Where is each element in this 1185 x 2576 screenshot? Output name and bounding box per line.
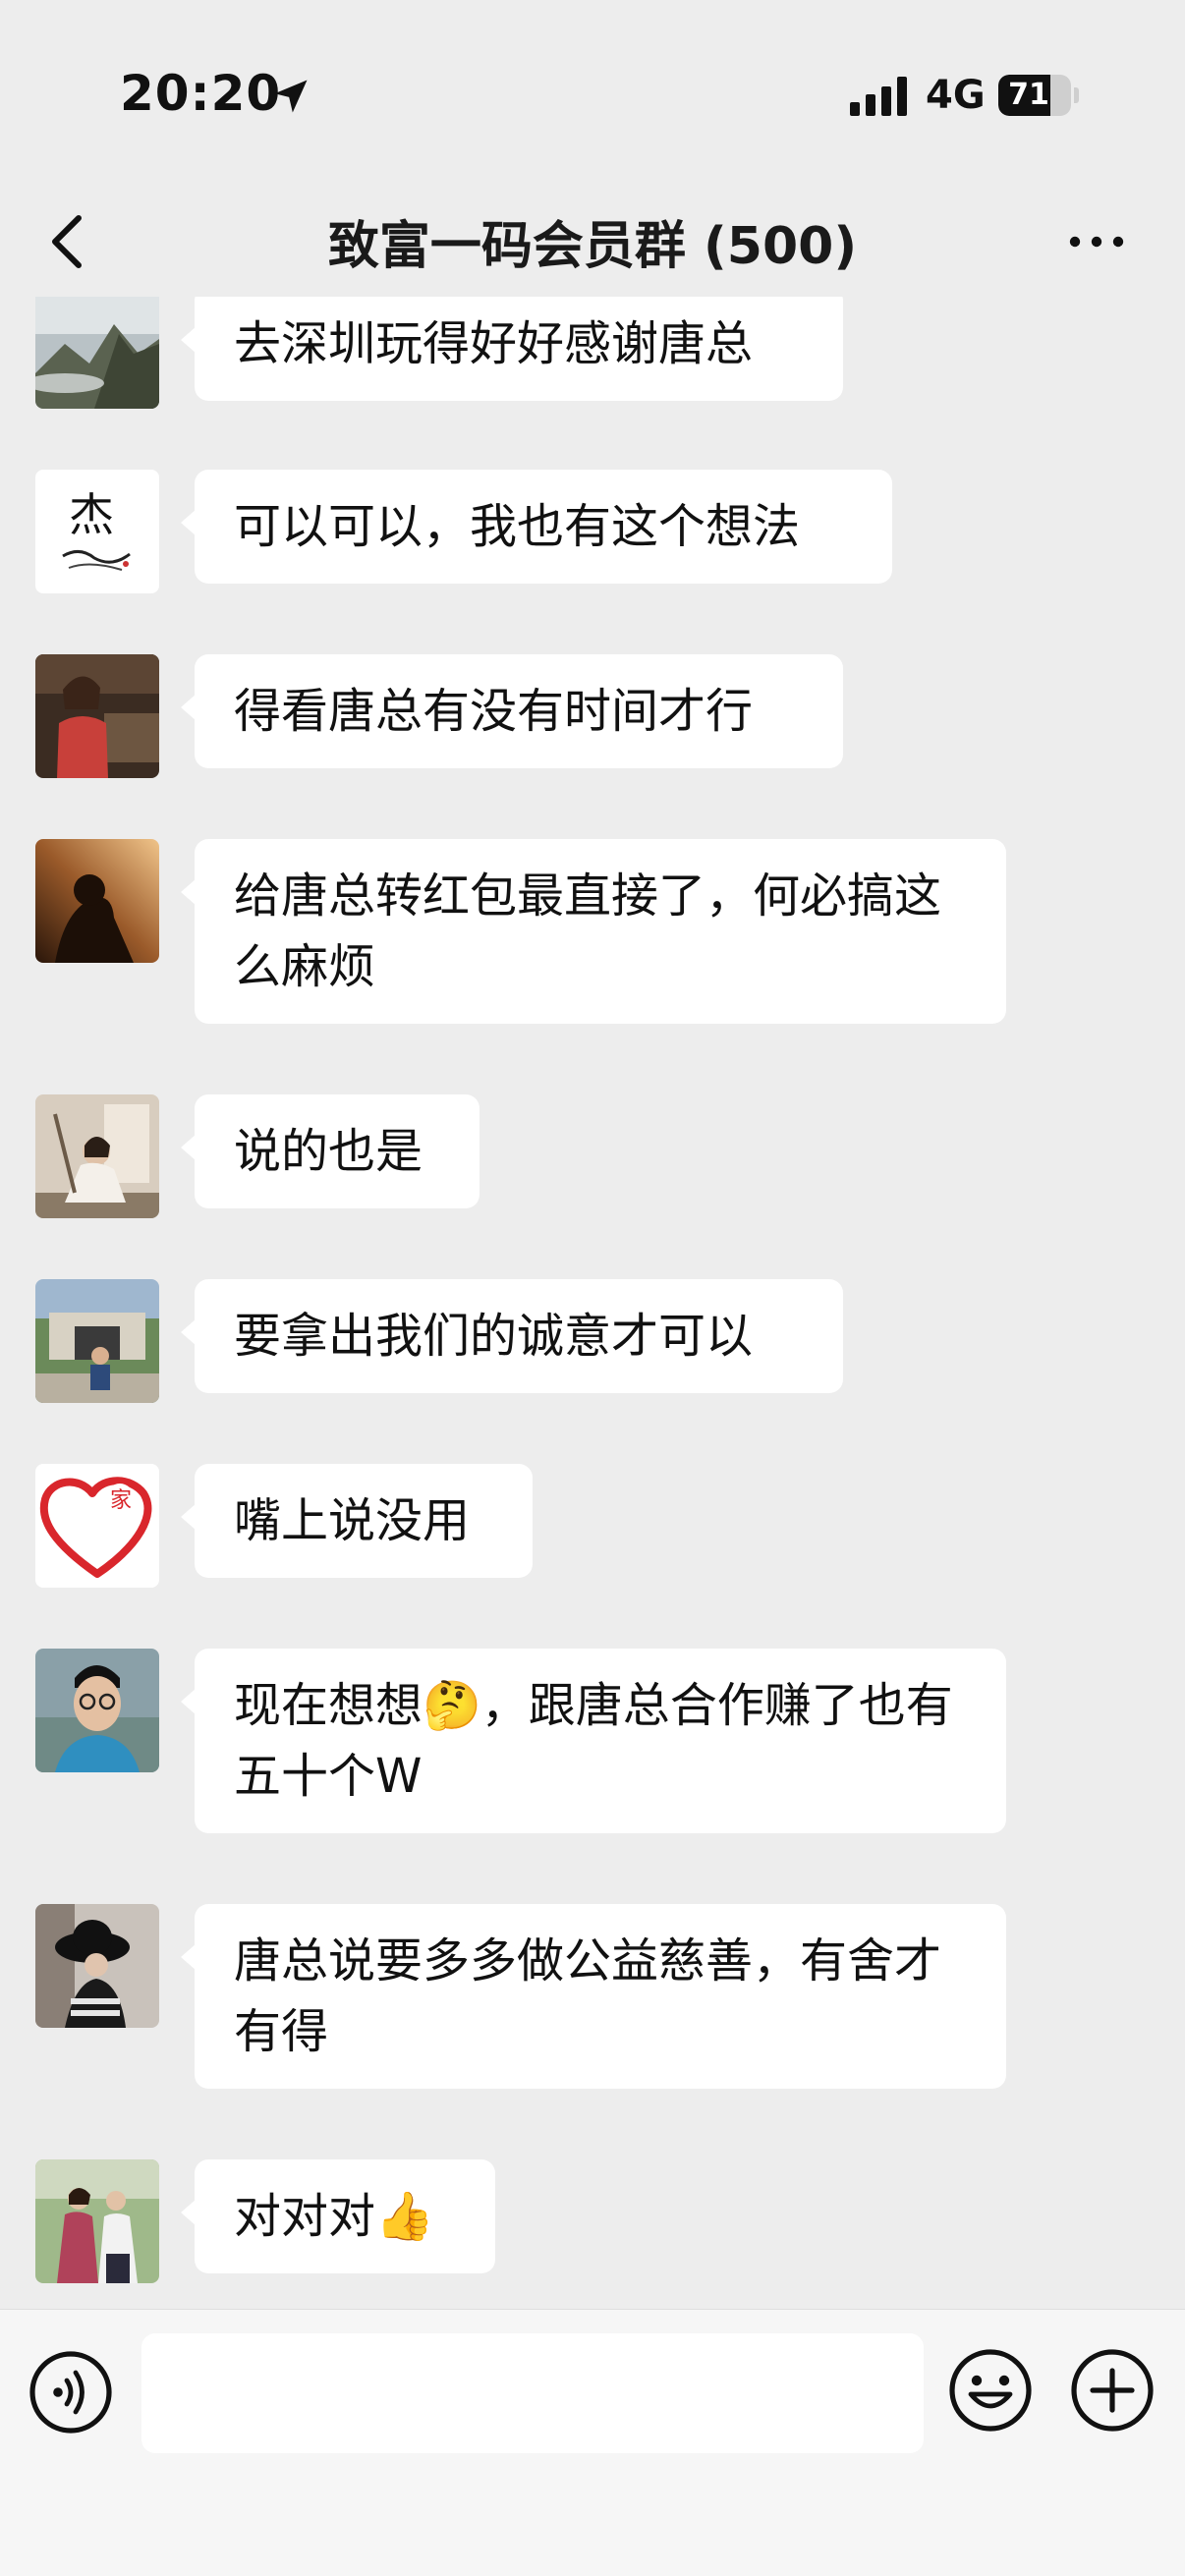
avatar-glyph: 杰 [69, 488, 114, 541]
man-glasses-avatar[interactable] [35, 1649, 159, 1772]
emoji-icon[interactable] [947, 2347, 1034, 2434]
more-options-icon[interactable] [1067, 222, 1126, 261]
message-bubble[interactable]: 去深圳玩得好好感谢唐总 [181, 297, 843, 401]
message-bubble[interactable]: 对对对👍 [181, 2159, 495, 2273]
status-bar: 20:20 4G 71 [0, 0, 1185, 187]
message-bubble[interactable]: 说的也是 [181, 1094, 480, 1208]
location-arrow-icon [274, 80, 308, 113]
battery-percent: 71 [1008, 78, 1049, 112]
message-bubble[interactable]: 得看唐总有没有时间才行 [181, 654, 843, 768]
silhouette-sunset-avatar[interactable] [35, 839, 159, 963]
status-time: 20:20 [120, 65, 282, 122]
add-attachment-icon[interactable] [1069, 2347, 1156, 2434]
calligraphy-jie-avatar[interactable]: 杰 [35, 470, 159, 593]
cellular-signal-icon [850, 77, 907, 116]
mountain-fog-avatar[interactable] [35, 297, 159, 409]
woman-restaurant-avatar[interactable] [35, 654, 159, 778]
message-bubble[interactable]: 现在想想🤔，跟唐总合作赚了也有五十个W [181, 1649, 1006, 1833]
chat-header: 致富一码会员群 (500) [0, 187, 1185, 297]
message-bubble[interactable]: 嘴上说没用 [181, 1464, 533, 1578]
chat-input-bar [0, 2309, 1185, 2576]
battery-icon: 71 [998, 75, 1079, 116]
chat-title: 致富一码会员群 (500) [327, 217, 858, 276]
message-bubble[interactable]: 唐总说要多多做公益慈善，有舍才有得 [181, 1904, 1006, 2089]
red-heart-avatar[interactable]: 家 [35, 1464, 159, 1588]
message-bubble[interactable]: 可以可以，我也有这个想法 [181, 470, 892, 584]
message-bubble[interactable]: 要拿出我们的诚意才可以 [181, 1279, 843, 1393]
voice-input-icon[interactable] [28, 2349, 114, 2436]
message-list[interactable]: 去深圳玩得好好感谢唐总 杰 可以可以，我也有这个想法 得看唐总有没有时间才行 给… [0, 297, 1185, 2309]
woman-window-avatar[interactable] [35, 1094, 159, 1218]
couple-outdoor-avatar[interactable] [35, 2159, 159, 2283]
woman-hat-avatar[interactable] [35, 1904, 159, 2028]
message-bubble[interactable]: 给唐总转红包最直接了，何必搞这么麻烦 [181, 839, 1006, 1024]
man-gate-avatar[interactable] [35, 1279, 159, 1403]
network-type: 4G [926, 73, 986, 118]
message-input[interactable] [141, 2333, 924, 2453]
avatar-glyph: 家 [110, 1488, 132, 1513]
chat-screen: 20:20 4G 71 致富一码会员群 (500) 去深圳玩得好好感谢唐总 杰 … [0, 0, 1185, 2576]
